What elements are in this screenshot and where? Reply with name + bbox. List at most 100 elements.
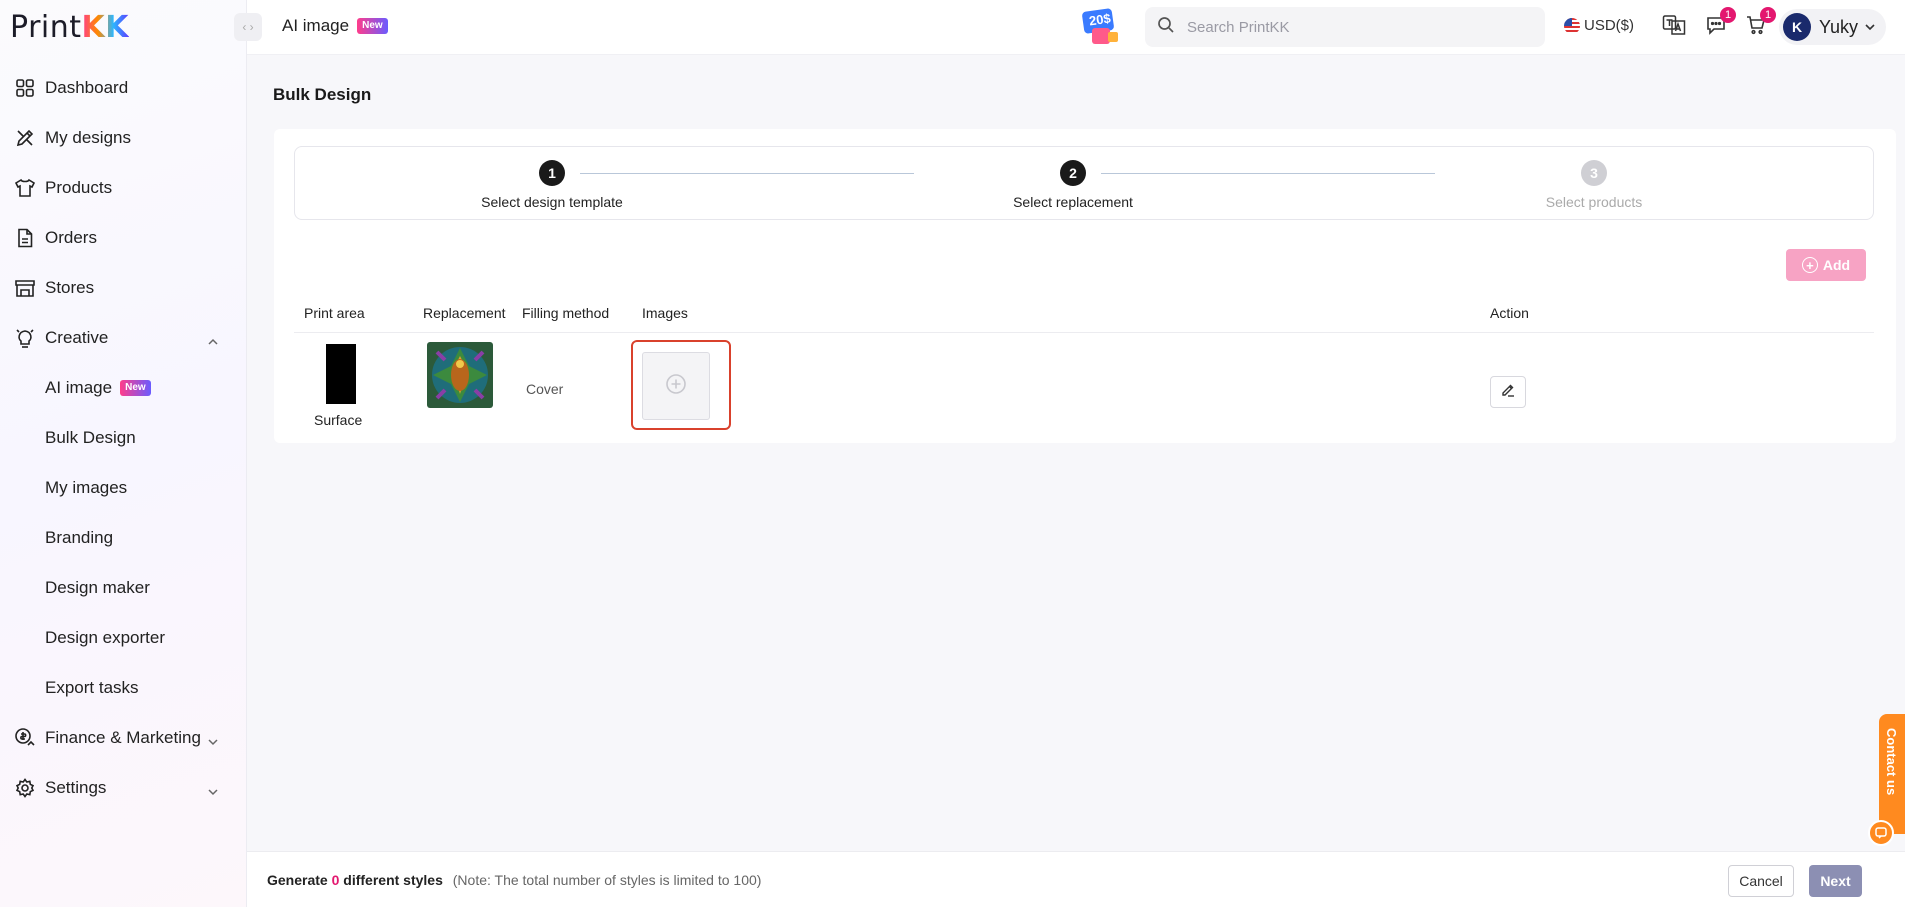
sidebar-subitem-label: AI image	[45, 378, 113, 397]
sidebar-subitem-design-exporter[interactable]: Design exporter	[0, 613, 247, 663]
filling-method-value: Cover	[526, 381, 564, 397]
sidebar-subitem-bulk-design[interactable]: Bulk Design	[0, 413, 247, 463]
generate-summary: Generate 0 different styles (Note: The t…	[267, 872, 761, 888]
collapse-arrows-icon: ‹ ›	[242, 20, 254, 34]
cart-button[interactable]: 1	[1742, 7, 1776, 41]
sidebar-item-stores[interactable]: Stores	[0, 263, 247, 313]
sidebar-item-orders[interactable]: Orders	[0, 213, 247, 263]
generate-suffix: different styles	[343, 872, 443, 888]
messages-button[interactable]: 1	[1702, 7, 1736, 41]
edit-row-button[interactable]	[1490, 376, 1526, 408]
user-menu[interactable]: K Yuky	[1779, 9, 1887, 45]
add-image-slot[interactable]	[642, 352, 710, 420]
chevron-down-icon	[207, 781, 219, 801]
finance-icon	[14, 727, 36, 749]
sidebar-subitem-label: Bulk Design	[45, 428, 136, 447]
sidebar-subitem-label: Export tasks	[45, 678, 139, 697]
column-header-filling-method: Filling method	[522, 305, 610, 321]
sidebar-subitem-my-images[interactable]: My images	[0, 463, 247, 513]
add-button-label: Add	[1822, 257, 1851, 273]
currency-label: USD($)	[1584, 17, 1635, 34]
sidebar-item-label: Stores	[45, 278, 95, 297]
sidebar-nav: Dashboard My designs Products Orders Sto…	[0, 63, 247, 813]
new-badge: New	[357, 18, 388, 34]
sidebar-subitem-label: Design exporter	[45, 628, 166, 647]
new-badge: New	[120, 380, 151, 396]
chevron-up-icon	[207, 331, 219, 351]
support-chat-icon[interactable]	[1868, 820, 1894, 846]
column-header-images: Images	[642, 305, 688, 321]
user-name: Yuky	[1819, 16, 1859, 37]
dashboard-icon	[14, 77, 36, 99]
page-title: Bulk Design	[273, 85, 372, 104]
sidebar-item-label: Settings	[45, 778, 107, 797]
plus-circle-icon: +	[1801, 257, 1818, 273]
sidebar-subitem-branding[interactable]: Branding	[0, 513, 247, 563]
bulk-design-card: 1 Select design template 2 Select replac…	[274, 129, 1896, 443]
step-number: 1	[539, 160, 565, 186]
sidebar-item-dashboard[interactable]: Dashboard	[0, 63, 247, 113]
currency-selector[interactable]: USD($)	[1564, 17, 1634, 34]
sidebar: PrintKK Dashboard My designs Products Or…	[0, 0, 247, 907]
print-area-name: Surface	[314, 412, 363, 428]
topbar: ‹ › AI image New 20$ USD($) 1	[234, 0, 1905, 55]
translate-icon	[1662, 14, 1686, 41]
search-input[interactable]	[1187, 18, 1517, 36]
step-3: 3 Select products	[1494, 160, 1694, 210]
search-icon	[1157, 16, 1175, 39]
main-content: Bulk Design 1 Select design template 2 S…	[247, 55, 1905, 907]
page-tab: AI image New	[282, 16, 388, 36]
promo-coupon-icon[interactable]: 20$	[1080, 6, 1124, 48]
sidebar-item-creative[interactable]: Creative	[0, 313, 247, 363]
table-header: Print area Replacement Filling method Im…	[294, 293, 1874, 333]
sidebar-item-label: Dashboard	[45, 78, 129, 97]
chevron-down-icon	[1864, 18, 1876, 36]
sidebar-subitem-label: Design maker	[45, 578, 150, 597]
print-area-thumbnail	[326, 344, 356, 404]
printkk-logo[interactable]: PrintKK	[10, 10, 129, 45]
sidebar-item-label: Finance & Marketing	[45, 728, 201, 747]
next-button[interactable]: Next	[1809, 865, 1862, 897]
table-row: Surface Cover	[294, 333, 1874, 441]
sidebar-item-finance-marketing[interactable]: Finance & Marketing	[0, 713, 247, 763]
styles-limit-note: (Note: The total number of styles is lim…	[452, 872, 762, 888]
translate-button[interactable]	[1660, 13, 1688, 41]
contact-us-tab[interactable]: Contact us	[1879, 714, 1905, 834]
step-label: Select replacement	[1013, 194, 1133, 210]
stepper: 1 Select design template 2 Select replac…	[294, 146, 1874, 220]
logo-text-print: Print	[10, 10, 82, 45]
step-label: Select design template	[481, 194, 623, 210]
step-2: 2 Select replacement	[973, 160, 1173, 210]
replacement-thumbnail[interactable]	[427, 342, 493, 408]
avatar: K	[1783, 13, 1811, 41]
sidebar-item-label: Creative	[45, 328, 109, 347]
store-icon	[14, 277, 36, 299]
styles-count: 0	[331, 872, 340, 888]
sidebar-item-settings[interactable]: Settings	[0, 763, 247, 813]
sidebar-item-label: Products	[45, 178, 113, 197]
sidebar-subitem-export-tasks[interactable]: Export tasks	[0, 663, 247, 713]
contact-us-label: Contact us	[1884, 728, 1899, 796]
add-button[interactable]: + Add	[1786, 249, 1866, 281]
sidebar-item-my-designs[interactable]: My designs	[0, 113, 247, 163]
step-number: 3	[1581, 160, 1607, 186]
promo-amount: 20$	[1088, 10, 1112, 29]
sidebar-subitem-design-maker[interactable]: Design maker	[0, 563, 247, 613]
gear-icon	[14, 777, 36, 799]
step-number: 2	[1060, 160, 1086, 186]
document-icon	[14, 227, 36, 249]
collapse-sidebar-button[interactable]: ‹ ›	[234, 13, 262, 41]
tshirt-icon	[14, 177, 36, 199]
sidebar-subitem-ai-image[interactable]: AI image New	[0, 363, 247, 413]
us-flag-icon	[1564, 17, 1580, 34]
cancel-button[interactable]: Cancel	[1728, 865, 1794, 897]
sidebar-item-products[interactable]: Products	[0, 163, 247, 213]
search-box	[1145, 7, 1545, 47]
chevron-down-icon	[207, 731, 219, 751]
cart-count-badge: 1	[1760, 7, 1776, 23]
page-tab-label: AI image	[282, 16, 350, 35]
sidebar-subitem-label: My images	[45, 478, 128, 497]
column-header-print-area: Print area	[304, 305, 365, 321]
designs-icon	[14, 127, 36, 149]
sidebar-subitem-label: Branding	[45, 528, 114, 547]
